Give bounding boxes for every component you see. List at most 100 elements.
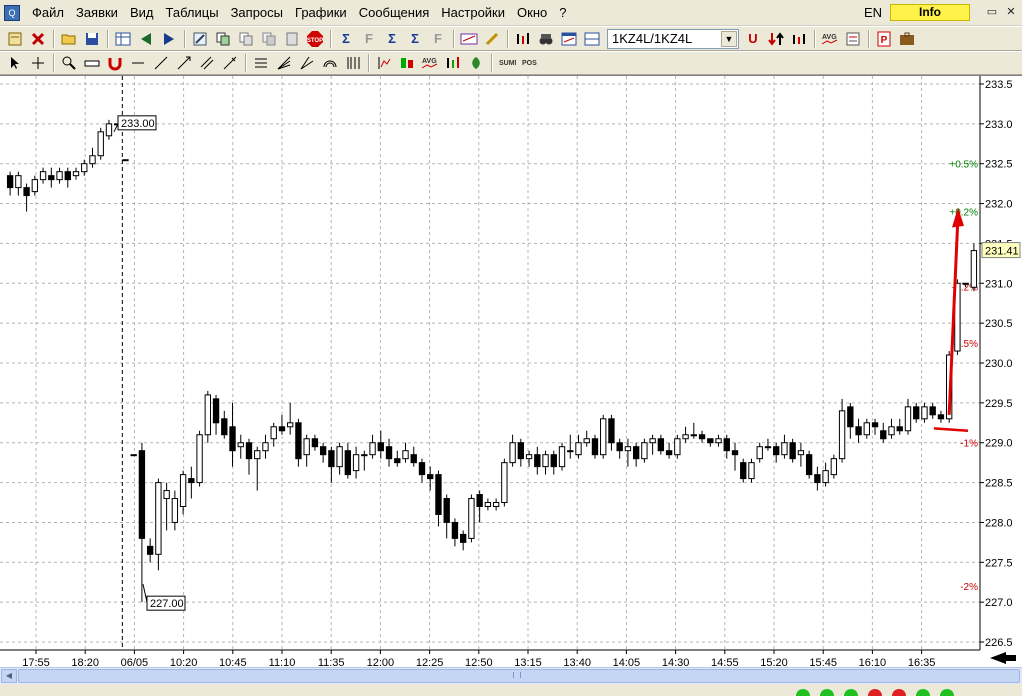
paste-icon[interactable] (281, 29, 303, 49)
indicator-icon[interactable] (373, 53, 395, 73)
levels-icon[interactable] (250, 53, 272, 73)
candle-body (723, 438, 730, 452)
candle-body (204, 394, 211, 436)
scroll-left-icon[interactable]: ◀ (1, 669, 17, 683)
sum-l-icon[interactable]: Σ (404, 29, 426, 49)
open-folder-icon[interactable] (58, 29, 80, 49)
fan-icon[interactable] (273, 53, 295, 73)
menu-item[interactable]: Таблицы (159, 5, 224, 20)
candle-body (484, 502, 492, 507)
chevron-down-icon[interactable]: ▼ (721, 30, 737, 47)
sum-p-icon[interactable]: Σ (381, 29, 403, 49)
y-tick-label: 228.5 (985, 478, 1013, 490)
form-icon[interactable] (842, 29, 864, 49)
price-chart[interactable]: 233.5233.0232.5232.0231.5231.0230.5230.0… (0, 75, 1022, 668)
binoculars-icon[interactable] (535, 29, 557, 49)
candle-body (81, 163, 88, 173)
oscillator-icon[interactable] (442, 53, 464, 73)
candle-body (130, 454, 137, 457)
chart-layout-icon[interactable] (581, 29, 603, 49)
fl-icon[interactable]: F (427, 29, 449, 49)
low-label: 227.00 (150, 598, 184, 610)
candle-body (15, 175, 22, 189)
channel-icon[interactable] (196, 53, 218, 73)
candle-body (715, 438, 722, 444)
portfolio-p-icon[interactable]: P (873, 29, 895, 49)
candle-body (39, 171, 47, 181)
back-arrow-icon[interactable] (135, 29, 157, 49)
magnet-icon[interactable] (104, 53, 126, 73)
average-icon[interactable]: AVG (819, 29, 841, 49)
main-toolbar: STOP Σ F Σ Σ F 1KZ4L/1KZ4L ▼ U AVG P (0, 26, 1022, 51)
bars-arrow-icon[interactable] (788, 29, 810, 49)
candle-body (830, 458, 838, 476)
horizontal-line-icon[interactable] (127, 53, 149, 73)
fib-fan-icon[interactable] (296, 53, 318, 73)
menu-item[interactable]: Настройки (435, 5, 511, 20)
candle-body (270, 426, 277, 440)
copy-alt-icon[interactable] (235, 29, 257, 49)
menu-item[interactable]: Запросы (225, 5, 289, 20)
arcs-icon[interactable] (319, 53, 341, 73)
candle-body (56, 171, 63, 181)
candle-body (163, 490, 170, 500)
copy-icon[interactable] (212, 29, 234, 49)
menu-item[interactable]: Заявки (70, 5, 124, 20)
ruler-icon[interactable] (81, 53, 103, 73)
menu-item[interactable]: ? (553, 5, 572, 20)
sum-icon[interactable]: Σ (335, 29, 357, 49)
index-icon[interactable] (458, 29, 480, 49)
chart-scrollbar[interactable]: ◀ (0, 667, 1022, 684)
candle-body (501, 462, 508, 504)
trade-icon[interactable] (396, 53, 418, 73)
table-icon[interactable] (112, 29, 134, 49)
menu-item[interactable]: Графики (289, 5, 353, 20)
menu-item[interactable]: Файл (26, 5, 70, 20)
copy-grey-icon[interactable] (258, 29, 280, 49)
candle-body (229, 426, 236, 452)
cursor-icon[interactable] (4, 53, 26, 73)
candle-body (649, 438, 656, 444)
y-tick-label: 230.5 (985, 318, 1013, 330)
menu-item[interactable]: Сообщения (353, 5, 436, 20)
info-button[interactable]: Info (890, 4, 970, 21)
cancel-orders-icon[interactable] (27, 29, 49, 49)
candle-body (105, 123, 113, 137)
svg-text:STOP: STOP (307, 38, 323, 44)
money-icon[interactable] (465, 53, 487, 73)
extend-line-icon[interactable] (219, 53, 241, 73)
briefcase-icon[interactable] (896, 29, 918, 49)
crosshair-icon[interactable] (27, 53, 49, 73)
swap-arrows-icon[interactable] (765, 29, 787, 49)
zoom-icon[interactable] (58, 53, 80, 73)
close-window-icon[interactable]: ✕ (1003, 6, 1019, 20)
trend-line-icon[interactable] (150, 53, 172, 73)
sum-f-icon[interactable]: F (358, 29, 380, 49)
u-icon[interactable]: U (742, 29, 764, 49)
forward-arrow-icon[interactable] (158, 29, 180, 49)
menu-item[interactable]: Вид (124, 5, 160, 20)
candle-body (822, 470, 829, 484)
menu-item[interactable]: Окно (511, 5, 553, 20)
ray-icon[interactable] (173, 53, 195, 73)
pos-icon[interactable]: POS (519, 53, 541, 73)
app-icon[interactable]: Q (4, 4, 20, 21)
bars-icon[interactable] (512, 29, 534, 49)
language-indicator[interactable]: EN (864, 5, 882, 20)
restore-window-icon[interactable]: ▭ (984, 6, 1000, 20)
candle-body (443, 498, 450, 523)
new-order-icon[interactable] (4, 29, 26, 49)
ticker-select[interactable]: 1KZ4L/1KZ4L ▼ (607, 28, 739, 49)
candle-body (402, 450, 409, 460)
time-zones-icon[interactable] (342, 53, 364, 73)
candle-body (138, 450, 146, 539)
edit-icon[interactable] (189, 29, 211, 49)
percent-level-label: -2% (960, 582, 978, 593)
avg-indicator-icon[interactable]: AVG (419, 53, 441, 73)
pencil-icon[interactable] (481, 29, 503, 49)
chart-window-icon[interactable] (558, 29, 580, 49)
stop-icon[interactable]: STOP (304, 29, 326, 49)
summ-icon[interactable]: SUMM (496, 53, 518, 73)
save-icon[interactable] (81, 29, 103, 49)
candle-body (509, 442, 516, 464)
